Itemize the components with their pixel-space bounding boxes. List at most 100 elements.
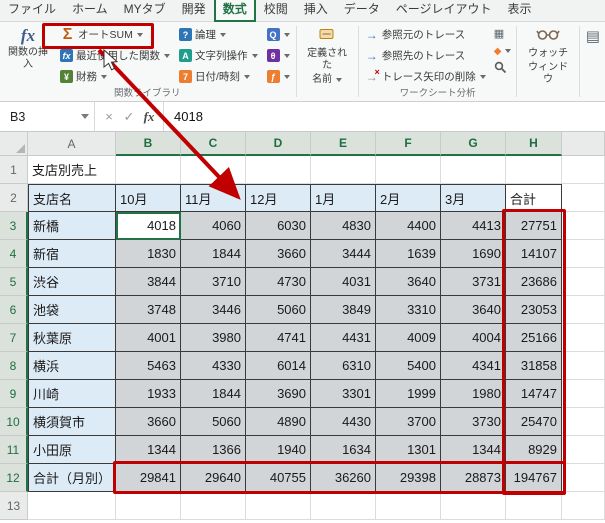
- cell-B9[interactable]: 1933: [116, 380, 181, 408]
- cell-D7[interactable]: 4741: [246, 324, 311, 352]
- ribbon-tab-開発[interactable]: 開発: [174, 0, 214, 21]
- insert-function-button[interactable]: fx 関数の挿入: [2, 24, 54, 87]
- cell-D10[interactable]: 4890: [246, 408, 311, 436]
- cell-G1[interactable]: [441, 156, 506, 184]
- cell-A7[interactable]: 秋葉原: [28, 324, 116, 352]
- cell-D4[interactable]: 3660: [246, 240, 311, 268]
- insert-function-fx-button[interactable]: fx: [139, 109, 159, 125]
- row-header-2[interactable]: 2: [0, 184, 28, 212]
- ribbon-tab-数式[interactable]: 数式: [214, 0, 256, 22]
- cell-B11[interactable]: 1344: [116, 436, 181, 464]
- cell-E2[interactable]: 1月: [311, 184, 376, 212]
- row-header-12[interactable]: 12: [0, 464, 28, 492]
- cell-C4[interactable]: 1844: [181, 240, 246, 268]
- cell-E3[interactable]: 4830: [311, 212, 376, 240]
- formula-bar-value[interactable]: 4018: [164, 102, 605, 131]
- cell-filler-row-7[interactable]: [562, 324, 605, 352]
- math-trig-dropdown-icon[interactable]: [284, 54, 290, 58]
- cell-C12[interactable]: 29640: [181, 464, 246, 492]
- cell-C11[interactable]: 1366: [181, 436, 246, 464]
- cell-G3[interactable]: 4413: [441, 212, 506, 240]
- cell-F5[interactable]: 3640: [376, 268, 441, 296]
- cell-D11[interactable]: 1940: [246, 436, 311, 464]
- row-header-11[interactable]: 11: [0, 436, 28, 464]
- cell-H8[interactable]: 31858: [506, 352, 562, 380]
- cell-H11[interactable]: 8929: [506, 436, 562, 464]
- cell-A1[interactable]: 支店別売上: [28, 156, 116, 184]
- column-header-G[interactable]: G: [441, 132, 506, 156]
- cell-F12[interactable]: 29398: [376, 464, 441, 492]
- cell-H6[interactable]: 23053: [506, 296, 562, 324]
- cell-E7[interactable]: 4431: [311, 324, 376, 352]
- cell-F2[interactable]: 2月: [376, 184, 441, 212]
- cell-G7[interactable]: 4004: [441, 324, 506, 352]
- math-trig-button[interactable]: θ: [264, 45, 293, 66]
- clipped-ribbon-button[interactable]: ▤: [583, 24, 603, 87]
- cell-B1[interactable]: [116, 156, 181, 184]
- cell-D8[interactable]: 6014: [246, 352, 311, 380]
- row-header-5[interactable]: 5: [0, 268, 28, 296]
- show-formulas-button[interactable]: ▦: [492, 24, 514, 42]
- cell-C1[interactable]: [181, 156, 246, 184]
- cell-G5[interactable]: 3731: [441, 268, 506, 296]
- cell-E8[interactable]: 6310: [311, 352, 376, 380]
- cell-E4[interactable]: 3444: [311, 240, 376, 268]
- cell-B3[interactable]: 4018: [116, 212, 181, 240]
- cell-D3[interactable]: 6030: [246, 212, 311, 240]
- ribbon-tab-ファイル[interactable]: ファイル: [0, 0, 64, 21]
- financial-dropdown-icon[interactable]: [101, 75, 107, 79]
- cell-F11[interactable]: 1301: [376, 436, 441, 464]
- cell-C6[interactable]: 3446: [181, 296, 246, 324]
- cell-G12[interactable]: 28873: [441, 464, 506, 492]
- cell-B4[interactable]: 1830: [116, 240, 181, 268]
- cell-G10[interactable]: 3730: [441, 408, 506, 436]
- cell-G9[interactable]: 1980: [441, 380, 506, 408]
- cell-C8[interactable]: 4330: [181, 352, 246, 380]
- cell-G6[interactable]: 3640: [441, 296, 506, 324]
- cell-G4[interactable]: 1690: [441, 240, 506, 268]
- defined-names-dropdown-icon[interactable]: [336, 78, 342, 82]
- cell-filler-row-3[interactable]: [562, 212, 605, 240]
- cell-A4[interactable]: 新宿: [28, 240, 116, 268]
- cell-B13[interactable]: [116, 492, 181, 520]
- cell-D13[interactable]: [246, 492, 311, 520]
- cell-H7[interactable]: 25166: [506, 324, 562, 352]
- cell-E13[interactable]: [311, 492, 376, 520]
- cell-F10[interactable]: 3700: [376, 408, 441, 436]
- cell-A2[interactable]: 支店名: [28, 184, 116, 212]
- ribbon-tab-挿入[interactable]: 挿入: [296, 0, 336, 21]
- cell-filler-row-8[interactable]: [562, 352, 605, 380]
- text-functions-dropdown-icon[interactable]: [252, 54, 258, 58]
- more-functions-dropdown-icon[interactable]: [284, 75, 290, 79]
- cancel-button[interactable]: ×: [99, 109, 119, 124]
- remove-arrows-dropdown-icon[interactable]: [480, 75, 486, 79]
- cell-D9[interactable]: 3690: [246, 380, 311, 408]
- row-header-10[interactable]: 10: [0, 408, 28, 436]
- cell-C10[interactable]: 5060: [181, 408, 246, 436]
- logical-dropdown-icon[interactable]: [220, 33, 226, 37]
- cell-H4[interactable]: 14107: [506, 240, 562, 268]
- cell-F7[interactable]: 4009: [376, 324, 441, 352]
- cell-C9[interactable]: 1844: [181, 380, 246, 408]
- cell-H5[interactable]: 23686: [506, 268, 562, 296]
- cell-filler-row-5[interactable]: [562, 268, 605, 296]
- column-header-C[interactable]: C: [181, 132, 246, 156]
- row-header-4[interactable]: 4: [0, 240, 28, 268]
- recent-functions-button[interactable]: fx 最近使用した関数: [57, 45, 173, 66]
- column-header-E[interactable]: E: [311, 132, 376, 156]
- cell-G2[interactable]: 3月: [441, 184, 506, 212]
- cell-D5[interactable]: 4730: [246, 268, 311, 296]
- cell-G11[interactable]: 1344: [441, 436, 506, 464]
- datetime-button[interactable]: 7 日付/時刻: [176, 66, 261, 87]
- cell-F9[interactable]: 1999: [376, 380, 441, 408]
- autosum-button[interactable]: Σ オートSUM: [57, 24, 173, 45]
- cell-D2[interactable]: 12月: [246, 184, 311, 212]
- autosum-dropdown-icon[interactable]: [137, 33, 143, 37]
- cell-A10[interactable]: 横須賀市: [28, 408, 116, 436]
- ribbon-tab-表示[interactable]: 表示: [500, 0, 540, 21]
- watch-window-button[interactable]: ウォッチ ウィンドウ: [520, 24, 575, 89]
- cell-filler-row-13[interactable]: [562, 492, 605, 520]
- ribbon-tab-MYタブ[interactable]: MYタブ: [116, 0, 174, 21]
- cell-A13[interactable]: [28, 492, 116, 520]
- cell-C2[interactable]: 11月: [181, 184, 246, 212]
